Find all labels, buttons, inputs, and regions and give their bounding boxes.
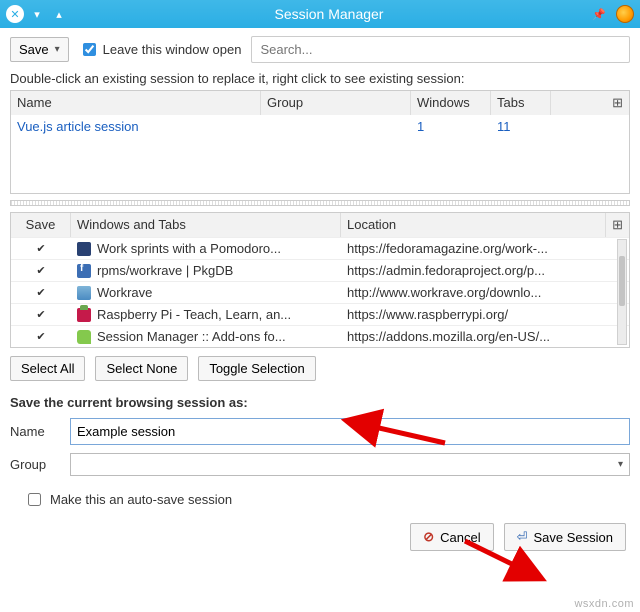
group-label: Group bbox=[10, 457, 60, 472]
tabs-table-header: Save Windows and Tabs Location ⊞ bbox=[11, 213, 629, 237]
autosave-label: Make this an auto-save session bbox=[50, 492, 232, 507]
session-group bbox=[261, 115, 411, 138]
cancel-button[interactable]: ⊘ Cancel bbox=[410, 523, 493, 551]
tab-row[interactable]: ✔ Work sprints with a Pomodoro... https://… bbox=[11, 237, 629, 259]
selection-buttons: Select All Select None Toggle Selection bbox=[0, 348, 640, 389]
session-tabs[interactable]: 11 bbox=[497, 119, 511, 134]
checkmark-icon[interactable]: ✔ bbox=[17, 308, 65, 321]
chevron-down-icon[interactable]: ▾ bbox=[28, 5, 46, 23]
select-none-button[interactable]: Select None bbox=[95, 356, 188, 381]
leave-window-open-label: Leave this window open bbox=[103, 42, 242, 57]
tab-row[interactable]: ✔ Session Manager :: Add-ons fo... https:/… bbox=[11, 325, 629, 347]
session-name-input[interactable] bbox=[70, 418, 630, 445]
tab-title: Session Manager :: Add-ons fo... bbox=[97, 329, 286, 344]
splitter-handle[interactable] bbox=[10, 200, 630, 206]
addons-mozilla-favicon bbox=[77, 330, 91, 344]
save-section-heading: Save the current browsing session as: bbox=[0, 389, 640, 414]
titlebar: ✕ ▾ ▴ Session Manager 📌 bbox=[0, 0, 640, 28]
tab-row[interactable]: ✔ Raspberry Pi - Teach, Learn, an... https… bbox=[11, 303, 629, 325]
group-row: Group ▾ bbox=[0, 449, 640, 480]
autosave-toggle[interactable]: Make this an auto-save session bbox=[0, 480, 640, 513]
tab-row[interactable]: ✔ Workrave http://www.workrave.org/downlo.… bbox=[11, 281, 629, 303]
save-session-label: Save Session bbox=[534, 530, 614, 545]
instructions-text: Double-click an existing session to repl… bbox=[0, 71, 640, 90]
scrollbar[interactable] bbox=[617, 239, 627, 345]
col-windows[interactable]: Windows bbox=[411, 91, 491, 115]
tab-url: https://admin.fedoraproject.org/p... bbox=[347, 263, 545, 278]
col-tabs[interactable]: Tabs bbox=[491, 91, 551, 115]
tab-title: rpms/workrave | PkgDB bbox=[97, 263, 233, 278]
save-icon: ⏎ bbox=[517, 529, 528, 545]
chevron-up-icon[interactable]: ▴ bbox=[50, 5, 68, 23]
dialog-footer: ⊘ Cancel ⏎ Save Session bbox=[0, 513, 640, 565]
fedoramagazine-favicon bbox=[77, 242, 91, 256]
cancel-label: Cancel bbox=[440, 530, 480, 545]
tab-title: Workrave bbox=[97, 285, 152, 300]
tab-url: http://www.workrave.org/downlo... bbox=[347, 285, 541, 300]
checkmark-icon[interactable]: ✔ bbox=[17, 330, 65, 343]
close-icon[interactable]: ✕ bbox=[6, 5, 24, 23]
chevron-down-icon: ▾ bbox=[55, 44, 60, 55]
col-location[interactable]: Location bbox=[341, 213, 606, 237]
col-name[interactable]: Name bbox=[11, 91, 261, 115]
tab-title: Raspberry Pi - Teach, Learn, an... bbox=[97, 307, 291, 322]
checkmark-icon[interactable]: ✔ bbox=[17, 264, 65, 277]
tab-url: https://fedoramagazine.org/work-... bbox=[347, 241, 548, 256]
leave-window-open-toggle[interactable]: Leave this window open bbox=[79, 40, 242, 59]
col-windows-tabs[interactable]: Windows and Tabs bbox=[71, 213, 341, 237]
select-all-button[interactable]: Select All bbox=[10, 356, 85, 381]
watermark: wsxdn.com bbox=[574, 598, 634, 610]
raspberrypi-favicon bbox=[77, 308, 91, 322]
firefox-icon bbox=[616, 5, 634, 23]
leave-window-open-checkbox[interactable] bbox=[83, 43, 96, 56]
tab-url: https://addons.mozilla.org/en-US/... bbox=[347, 329, 550, 344]
group-combobox[interactable]: ▾ bbox=[70, 453, 630, 476]
col-save[interactable]: Save bbox=[11, 213, 71, 237]
col-group[interactable]: Group bbox=[261, 91, 411, 115]
tabs-table: Save Windows and Tabs Location ⊞ ✔ Work s… bbox=[10, 212, 630, 348]
session-name[interactable]: Vue.js article session bbox=[17, 119, 139, 134]
tab-title: Work sprints with a Pomodoro... bbox=[97, 241, 281, 256]
pin-icon[interactable]: 📌 bbox=[590, 5, 608, 23]
sessions-table-header: Name Group Windows Tabs ⊞ bbox=[11, 91, 629, 115]
name-row: Name bbox=[0, 414, 640, 449]
tab-url: https://www.raspberrypi.org/ bbox=[347, 307, 508, 322]
search-input[interactable] bbox=[251, 36, 630, 63]
toolbar: Save ▾ Leave this window open bbox=[0, 28, 640, 71]
fedora-favicon bbox=[77, 264, 91, 278]
save-session-button[interactable]: ⏎ Save Session bbox=[504, 523, 626, 551]
column-picker-icon[interactable]: ⊞ bbox=[606, 213, 629, 237]
toggle-selection-button[interactable]: Toggle Selection bbox=[198, 356, 315, 381]
checkmark-icon[interactable]: ✔ bbox=[17, 242, 65, 255]
chevron-down-icon: ▾ bbox=[618, 459, 623, 470]
autosave-checkbox[interactable] bbox=[28, 493, 41, 506]
tab-row[interactable]: ✔ rpms/workrave | PkgDB https://admin.fedo… bbox=[11, 259, 629, 281]
save-dropdown-label: Save bbox=[19, 42, 49, 57]
checkmark-icon[interactable]: ✔ bbox=[17, 286, 65, 299]
workrave-favicon bbox=[77, 286, 91, 300]
save-dropdown-button[interactable]: Save ▾ bbox=[10, 37, 69, 62]
scrollbar-thumb[interactable] bbox=[619, 256, 625, 306]
sessions-table: Name Group Windows Tabs ⊞ Vue.js article… bbox=[10, 90, 630, 194]
window-title: Session Manager bbox=[72, 6, 586, 22]
name-label: Name bbox=[10, 424, 60, 439]
session-windows[interactable]: 1 bbox=[417, 119, 424, 134]
cancel-icon: ⊘ bbox=[423, 529, 434, 545]
column-picker-icon[interactable]: ⊞ bbox=[551, 91, 629, 115]
session-row[interactable]: Vue.js article session 1 11 bbox=[11, 115, 629, 138]
